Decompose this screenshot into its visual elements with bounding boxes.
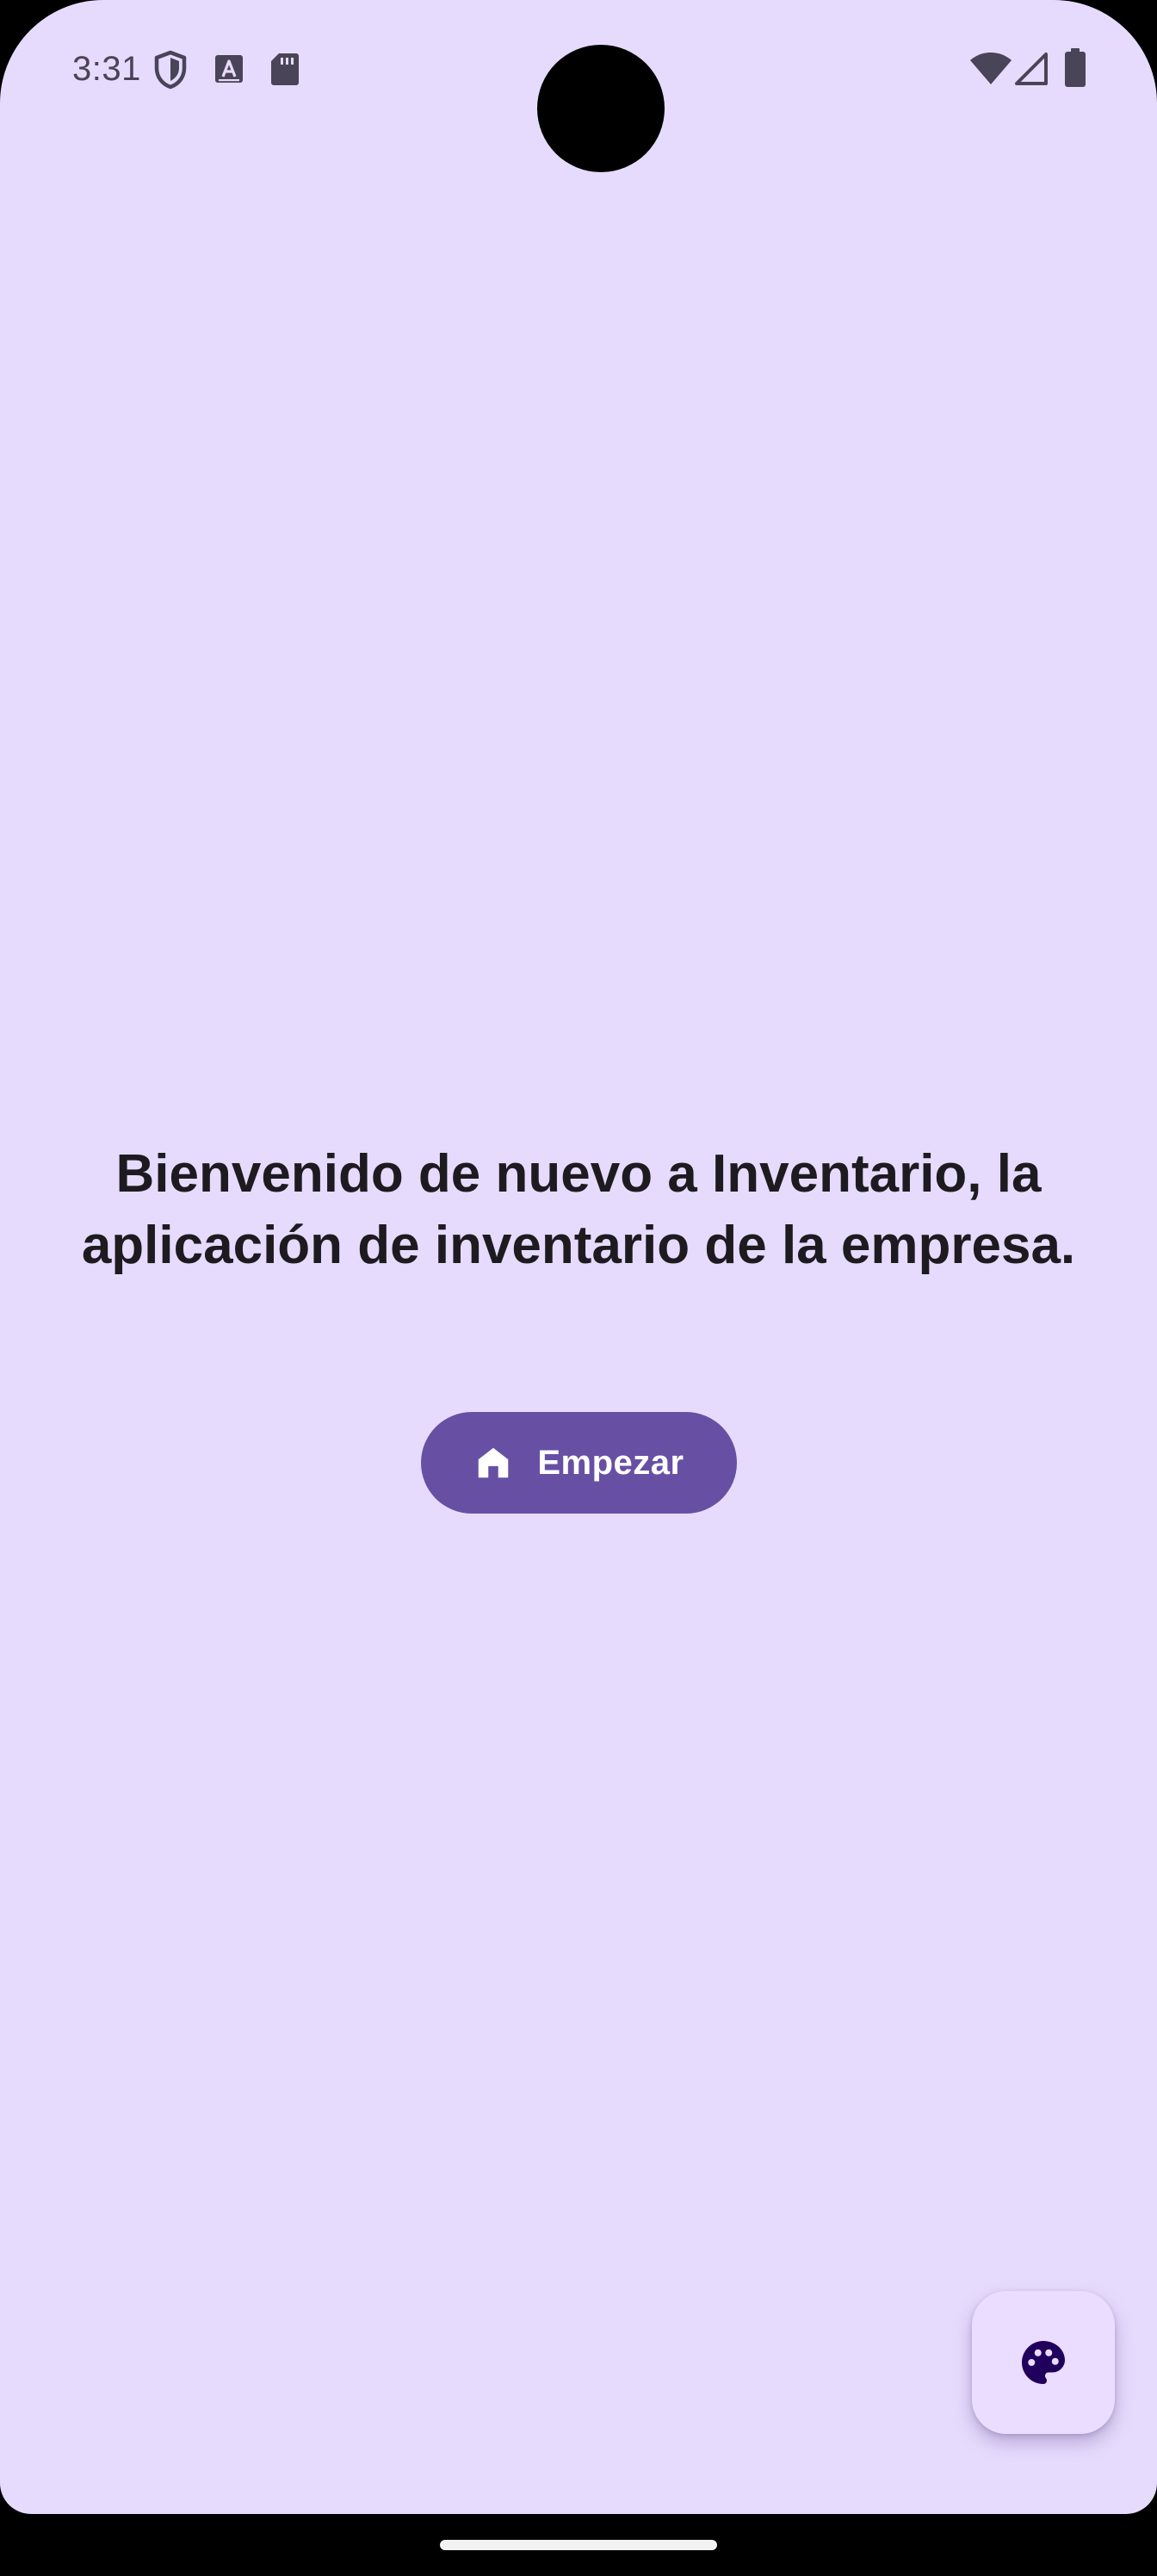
camera-cutout: [537, 45, 665, 172]
palette-icon: [1022, 2341, 1065, 2384]
app-screen: 3:31 Bienvenido de nuevo a Inventario, l…: [0, 0, 1157, 2514]
sd-card-icon: [271, 53, 299, 85]
welcome-message: Bienvenido de nuevo a Inventario, la apl…: [81, 1144, 1076, 1275]
cell-signal-icon: [1015, 53, 1048, 85]
home-icon: [479, 1447, 509, 1478]
status-bar: 3:31: [0, 0, 1157, 172]
wifi-icon: [970, 53, 1012, 84]
start-button-label: Empezar: [537, 1443, 684, 1482]
status-time: 3:31: [72, 50, 141, 88]
battery-icon: [1065, 48, 1086, 87]
gesture-navigation-handle[interactable]: [440, 2540, 717, 2550]
theme-palette-button[interactable]: [972, 2291, 1115, 2434]
font-a-icon: [215, 55, 243, 83]
start-button[interactable]: Empezar: [421, 1412, 737, 1514]
shield-icon: [154, 50, 187, 90]
